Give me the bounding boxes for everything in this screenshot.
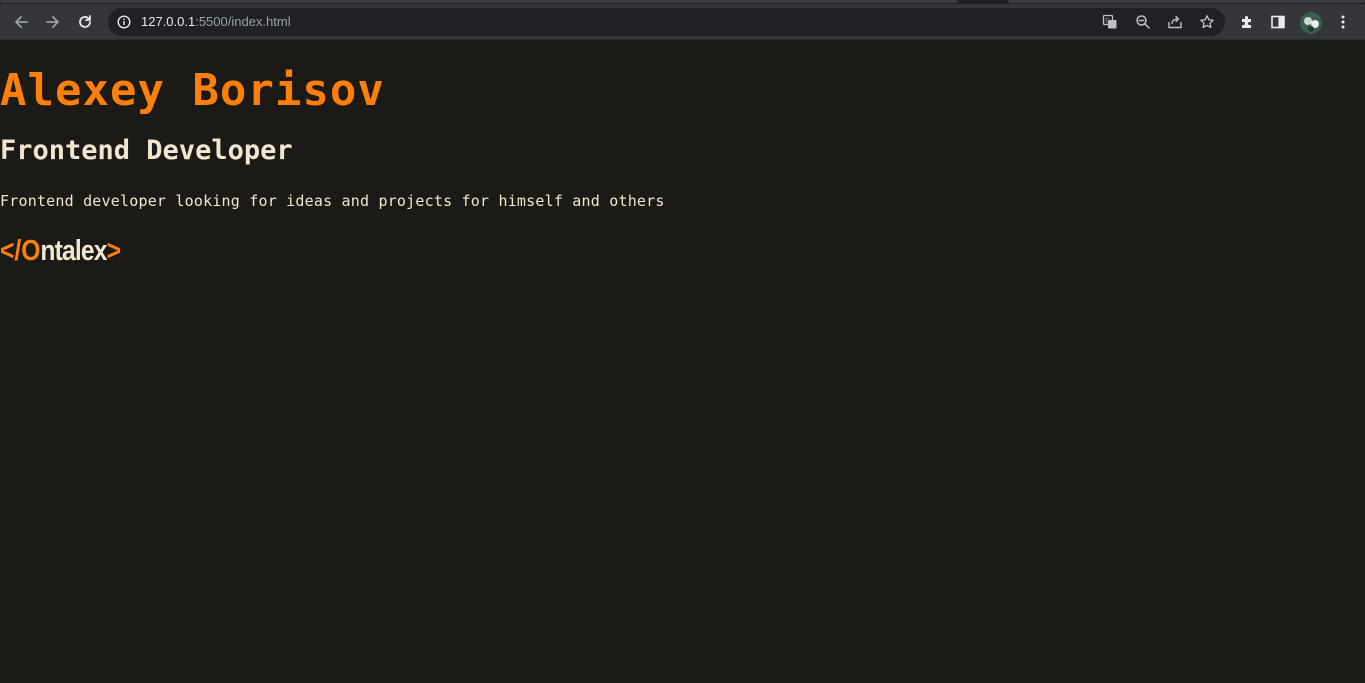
svg-text:G: G (1105, 18, 1110, 25)
info-icon[interactable] (117, 15, 131, 29)
zoom-button[interactable] (1132, 12, 1154, 32)
side-panel-button[interactable] (1265, 9, 1291, 35)
share-icon (1168, 15, 1182, 29)
page-title: Alexey Borisov (0, 65, 385, 116)
bookmark-star-icon (1200, 15, 1214, 29)
logo-open-bracket: </ (0, 235, 22, 267)
forward-icon (46, 16, 59, 28)
logo-wordmark: ntalex (40, 235, 107, 267)
back-button[interactable] (7, 8, 35, 36)
page-description: Frontend developer looking for ideas and… (0, 192, 665, 210)
address-bar[interactable]: 127.0.0.1:5500/index.html G (108, 8, 1225, 36)
back-icon (15, 16, 28, 28)
logo-close-bracket: > (106, 235, 121, 267)
translate-icon: G (1102, 14, 1117, 29)
profile-avatar-icon (1300, 12, 1322, 34)
url-text[interactable]: 127.0.0.1:5500/index.html (141, 15, 291, 29)
bookmark-button[interactable] (1196, 12, 1218, 32)
translate-button[interactable]: G (1099, 12, 1121, 32)
side-panel-icon (1271, 15, 1285, 29)
browser-menu-button[interactable] (1330, 9, 1356, 35)
logo-first-letter: O (21, 235, 41, 267)
site-logo[interactable]: </Ontalex> (0, 231, 121, 271)
extensions-button[interactable] (1234, 9, 1260, 35)
page-viewport: Alexey Borisov Frontend Developer Fronte… (0, 41, 1365, 683)
zoom-out-icon (1136, 15, 1150, 29)
url-host: 127.0.0.1 (141, 14, 196, 29)
menu-kebab-icon (1341, 15, 1345, 29)
forward-button[interactable] (39, 8, 67, 36)
extensions-icon (1242, 16, 1251, 28)
share-button[interactable] (1164, 12, 1186, 32)
active-tab-edge[interactable] (0, 0, 958, 3)
reload-button[interactable] (71, 8, 99, 36)
reload-icon (79, 15, 91, 28)
browser-toolbar: 127.0.0.1:5500/index.html G (0, 4, 1365, 40)
url-path: :5500/index.html (195, 14, 291, 29)
inactive-tab-edge[interactable] (1008, 0, 1365, 3)
profile-avatar[interactable] (1300, 12, 1322, 34)
page-subtitle: Frontend Developer (0, 135, 293, 166)
